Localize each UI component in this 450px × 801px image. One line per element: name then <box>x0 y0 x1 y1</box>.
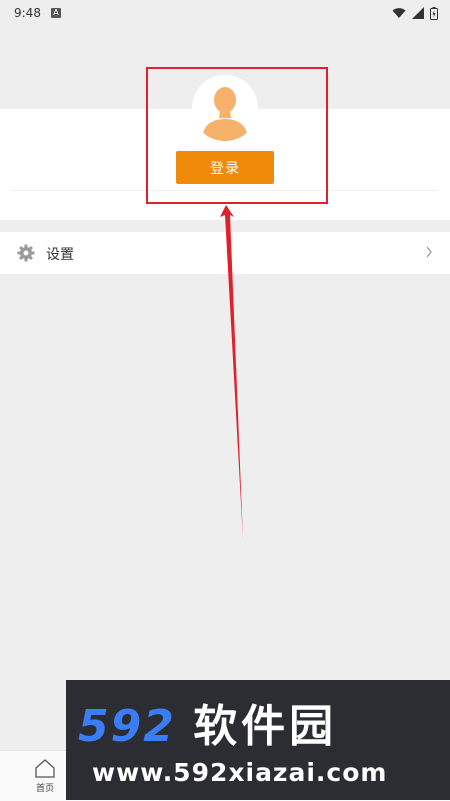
user-avatar-icon <box>202 87 248 141</box>
watermark-brand-number: 592 <box>78 701 176 752</box>
settings-row[interactable]: 设置 <box>0 232 450 274</box>
gear-icon <box>17 244 35 262</box>
settings-label: 设置 <box>46 247 74 263</box>
notification-icon: A <box>50 8 61 18</box>
avatar[interactable] <box>192 75 258 141</box>
status-time: 9:48 <box>14 6 41 20</box>
login-button[interactable]: 登录 <box>176 151 274 184</box>
tab-home[interactable]: 首页 <box>22 758 68 800</box>
signal-icon <box>412 7 424 19</box>
status-left: 9:48 A <box>14 6 61 20</box>
home-icon <box>35 759 55 778</box>
watermark: 592 软件园 www.592xiazai.com <box>66 680 450 800</box>
watermark-brand: 592 软件园 <box>78 690 337 754</box>
watermark-brand-text: 软件园 <box>193 701 338 752</box>
watermark-url: www.592xiazai.com <box>92 758 388 787</box>
home-label: 首页 <box>35 784 54 794</box>
profile-divider <box>12 190 438 191</box>
status-bar: 9:48 A <box>0 0 450 26</box>
status-right <box>392 6 438 20</box>
battery-icon <box>430 6 438 20</box>
wifi-icon <box>392 8 406 18</box>
chevron-right-icon <box>426 246 432 258</box>
